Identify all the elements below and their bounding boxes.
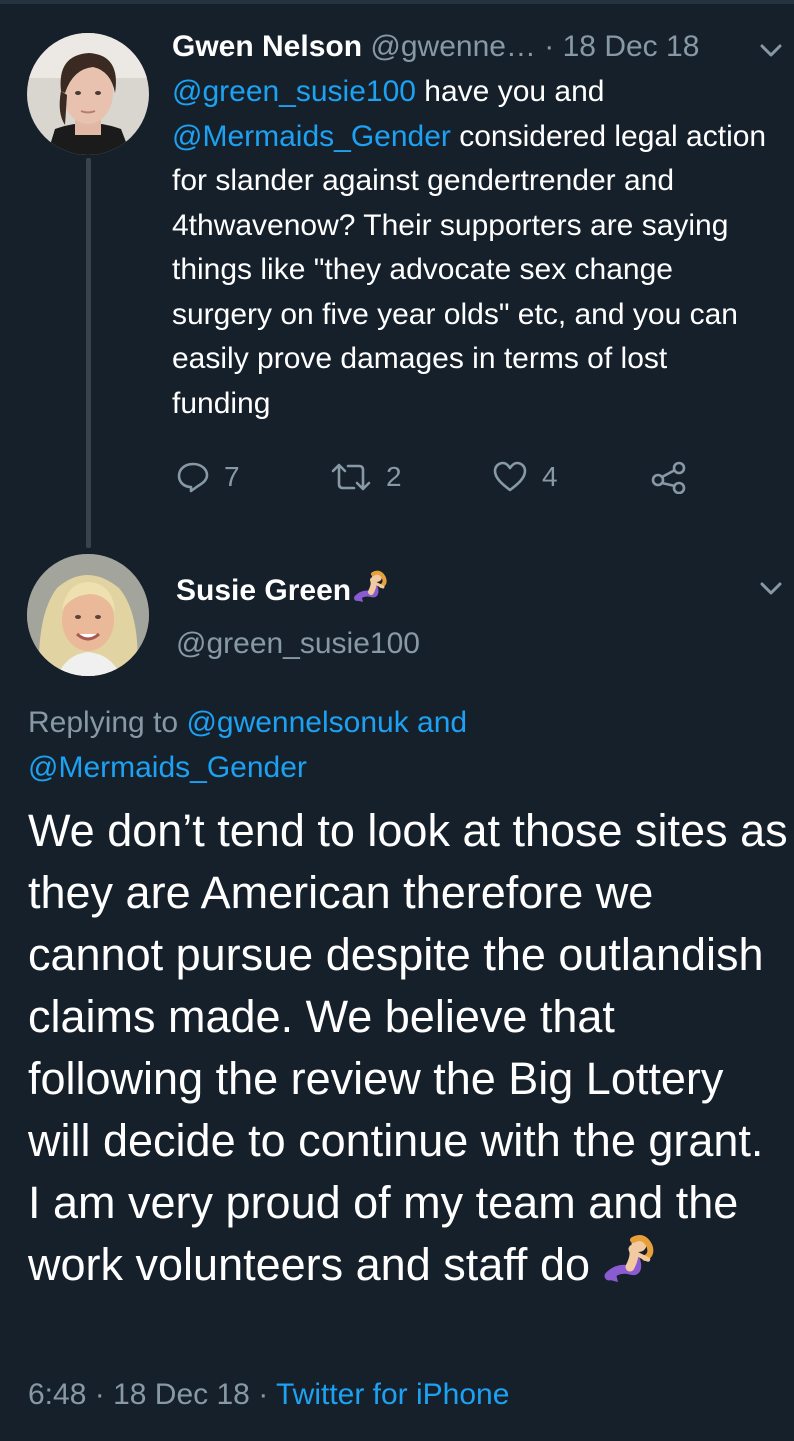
avatar-susie-green[interactable] bbox=[27, 554, 149, 676]
share-icon bbox=[651, 461, 686, 494]
tweet1-header: Gwen Nelson @gwenne… · 18 Dec 18 bbox=[172, 28, 699, 66]
tweet2-body: We don’t tend to look at those sites as … bbox=[28, 800, 788, 1296]
tweet2-author-name-row: Susie Green bbox=[176, 570, 389, 610]
replying-prefix: Replying to bbox=[28, 706, 187, 739]
tweet2-date[interactable]: 18 Dec 18 bbox=[113, 1378, 250, 1411]
mermaid-icon bbox=[604, 1235, 653, 1282]
tweet1-body: @green_susie100 have you and @Mermaids_G… bbox=[172, 70, 772, 426]
tweet2-body-text: We don’t tend to look at those sites as … bbox=[28, 805, 788, 1290]
tweet1-author-name[interactable]: Gwen Nelson bbox=[172, 30, 362, 63]
replying-user-mermaids-gender[interactable]: @Mermaids_Gender bbox=[28, 751, 307, 784]
meta-separator-2: · bbox=[258, 1378, 269, 1411]
thread-connector-line bbox=[86, 158, 91, 548]
reply-count: 7 bbox=[224, 461, 240, 492]
tweet1-author-handle[interactable]: @gwenne… bbox=[370, 30, 536, 63]
replying-user-gwennelsonuk[interactable]: @gwennelsonuk bbox=[186, 706, 408, 739]
avatar-gwen-nelson[interactable] bbox=[27, 33, 149, 155]
tweet2-time[interactable]: 6:48 bbox=[28, 1378, 86, 1411]
meta-separator-1: · bbox=[94, 1378, 105, 1411]
mention-mermaids-gender[interactable]: @Mermaids_Gender bbox=[172, 120, 451, 153]
reply-icon bbox=[177, 462, 209, 493]
replying-joiner: and bbox=[408, 706, 468, 739]
reply-button[interactable]: 7 bbox=[176, 460, 240, 494]
replying-to-line: Replying to @gwennelsonuk and @Mermaids_… bbox=[28, 700, 768, 790]
like-count: 4 bbox=[542, 461, 558, 492]
like-button[interactable]: 4 bbox=[492, 460, 558, 494]
tweet1-text-part1: have you and bbox=[415, 75, 605, 108]
tweet2-author-handle[interactable]: @green_susie100 bbox=[176, 625, 420, 663]
heart-icon bbox=[493, 461, 527, 492]
top-divider bbox=[0, 0, 794, 4]
tweet1-separator: · bbox=[544, 30, 555, 63]
tweet1-text-part2: considered legal action for slander agai… bbox=[172, 119, 767, 420]
tweet2-source-link[interactable]: Twitter for iPhone bbox=[276, 1378, 509, 1411]
tweet2-author-name[interactable]: Susie Green bbox=[176, 574, 351, 607]
retweet-icon bbox=[331, 463, 371, 491]
mermaid-icon bbox=[354, 570, 387, 602]
tweet1-date[interactable]: 18 Dec 18 bbox=[563, 30, 700, 63]
retweet-count: 2 bbox=[386, 461, 402, 492]
mention-green-susie100[interactable]: @green_susie100 bbox=[172, 75, 416, 108]
tweet1-menu-chevron-down-icon[interactable] bbox=[757, 36, 785, 64]
tweet2-menu-chevron-down-icon[interactable] bbox=[757, 574, 785, 602]
tweet2-meta: 6:48 · 18 Dec 18 · Twitter for iPhone bbox=[28, 1375, 509, 1415]
share-button[interactable] bbox=[650, 460, 688, 494]
retweet-button[interactable]: 2 bbox=[330, 460, 402, 494]
